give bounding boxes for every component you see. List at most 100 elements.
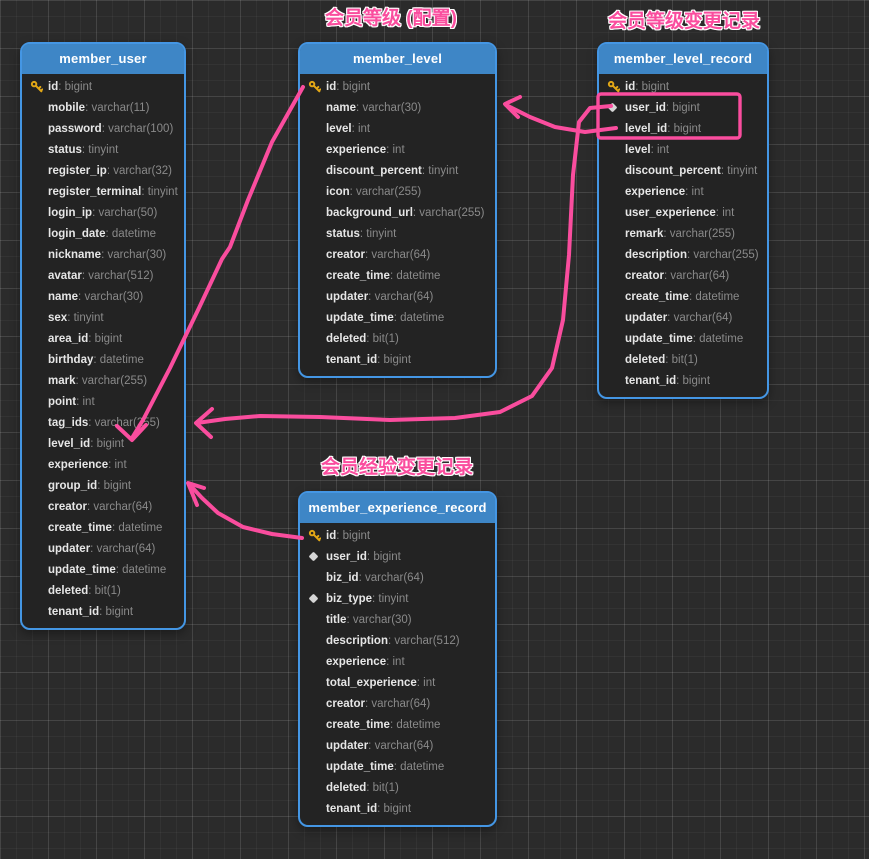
field-row-updater[interactable]: updatervarchar(64) xyxy=(300,735,495,756)
field-row-area_id[interactable]: area_idbigint xyxy=(22,328,184,349)
field-type: tinyint xyxy=(360,228,396,240)
field-row-updater[interactable]: updatervarchar(64) xyxy=(300,286,495,307)
field-row-point[interactable]: pointint xyxy=(22,391,184,412)
field-row-id[interactable]: idbigint xyxy=(599,76,767,97)
field-row-update_time[interactable]: update_timedatetime xyxy=(300,756,495,777)
field-row-register_ip[interactable]: register_ipvarchar(32) xyxy=(22,160,184,181)
field-name: creator xyxy=(625,270,664,282)
field-row-biz_type[interactable]: biz_typetinyint xyxy=(300,588,495,609)
table-header[interactable]: member_experience_record xyxy=(300,493,495,523)
field-row-mobile[interactable]: mobilevarchar(11) xyxy=(22,97,184,118)
field-row-biz_id[interactable]: biz_idvarchar(64) xyxy=(300,567,495,588)
field-row-id[interactable]: idbigint xyxy=(300,525,495,546)
field-row-tenant_id[interactable]: tenant_idbigint xyxy=(300,798,495,819)
field-name: icon xyxy=(326,186,350,198)
field-row-user_id[interactable]: user_idbigint xyxy=(599,97,767,118)
field-type: bigint xyxy=(336,81,370,93)
field-row-update_time[interactable]: update_timedatetime xyxy=(599,328,767,349)
field-row-creator[interactable]: creatorvarchar(64) xyxy=(300,693,495,714)
field-row-avatar[interactable]: avatarvarchar(512) xyxy=(22,265,184,286)
field-row-sex[interactable]: sextinyint xyxy=(22,307,184,328)
field-row-id[interactable]: idbigint xyxy=(22,76,184,97)
table-node-member_user[interactable]: member_useridbigintmobilevarchar(11)pass… xyxy=(20,42,186,630)
field-name: discount_percent xyxy=(326,165,422,177)
field-row-level[interactable]: levelint xyxy=(300,118,495,139)
table-header[interactable]: member_level_record xyxy=(599,44,767,74)
table-node-member_level_record[interactable]: member_level_recordidbigintuser_idbigint… xyxy=(597,42,769,399)
field-row-discount_percent[interactable]: discount_percenttinyint xyxy=(599,160,767,181)
field-row-status[interactable]: statustinyint xyxy=(22,139,184,160)
field-row-create_time[interactable]: create_timedatetime xyxy=(300,714,495,735)
table-header[interactable]: member_level xyxy=(300,44,495,74)
field-row-title[interactable]: titlevarchar(30) xyxy=(300,609,495,630)
field-row-register_terminal[interactable]: register_terminaltinyint xyxy=(22,181,184,202)
field-row-tenant_id[interactable]: tenant_idbigint xyxy=(599,370,767,391)
field-row-experience[interactable]: experienceint xyxy=(300,651,495,672)
field-row-create_time[interactable]: create_timedatetime xyxy=(599,286,767,307)
field-row-deleted[interactable]: deletedbit(1) xyxy=(300,328,495,349)
index-diamond-icon xyxy=(308,595,326,602)
table-node-member_level[interactable]: member_levelidbigintnamevarchar(30)level… xyxy=(298,42,497,378)
field-row-create_time[interactable]: create_timedatetime xyxy=(300,265,495,286)
field-row-deleted[interactable]: deletedbit(1) xyxy=(300,777,495,798)
field-row-nickname[interactable]: nicknamevarchar(30) xyxy=(22,244,184,265)
field-row-user_id[interactable]: user_idbigint xyxy=(300,546,495,567)
table-header[interactable]: member_user xyxy=(22,44,184,74)
field-row-level[interactable]: levelint xyxy=(599,139,767,160)
field-name: create_time xyxy=(326,270,390,282)
field-row-updater[interactable]: updatervarchar(64) xyxy=(22,538,184,559)
field-row-birthday[interactable]: birthdaydatetime xyxy=(22,349,184,370)
field-row-description[interactable]: descriptionvarchar(512) xyxy=(300,630,495,651)
field-row-icon[interactable]: iconvarchar(255) xyxy=(300,181,495,202)
field-row-experience[interactable]: experienceint xyxy=(599,181,767,202)
field-row-login_ip[interactable]: login_ipvarchar(50) xyxy=(22,202,184,223)
field-type: tinyint xyxy=(141,186,177,198)
field-name: level_id xyxy=(48,438,90,450)
field-row-create_time[interactable]: create_timedatetime xyxy=(22,517,184,538)
field-row-tenant_id[interactable]: tenant_idbigint xyxy=(22,601,184,622)
field-row-tag_ids[interactable]: tag_idsvarchar(255) xyxy=(22,412,184,433)
field-row-group_id[interactable]: group_idbigint xyxy=(22,475,184,496)
field-row-updater[interactable]: updatervarchar(64) xyxy=(599,307,767,328)
field-row-mark[interactable]: markvarchar(255) xyxy=(22,370,184,391)
field-name: updater xyxy=(625,312,667,324)
field-row-name[interactable]: namevarchar(30) xyxy=(300,97,495,118)
field-row-name[interactable]: namevarchar(30) xyxy=(22,286,184,307)
field-name: creator xyxy=(326,698,365,710)
field-row-background_url[interactable]: background_urlvarchar(255) xyxy=(300,202,495,223)
field-row-deleted[interactable]: deletedbit(1) xyxy=(22,580,184,601)
field-row-experience[interactable]: experienceint xyxy=(22,454,184,475)
field-row-update_time[interactable]: update_timedatetime xyxy=(300,307,495,328)
field-row-total_experience[interactable]: total_experienceint xyxy=(300,672,495,693)
field-name: register_ip xyxy=(48,165,107,177)
field-row-creator[interactable]: creatorvarchar(64) xyxy=(300,244,495,265)
field-type: bigint xyxy=(97,480,131,492)
primary-key-icon xyxy=(607,80,625,93)
field-name: id xyxy=(326,81,336,93)
field-name: experience xyxy=(48,459,108,471)
diagram-canvas[interactable]: member_useridbigintmobilevarchar(11)pass… xyxy=(0,0,869,859)
field-row-password[interactable]: passwordvarchar(100) xyxy=(22,118,184,139)
field-type: varchar(255) xyxy=(663,228,735,240)
field-type: int xyxy=(386,656,405,668)
field-row-level_id[interactable]: level_idbigint xyxy=(599,118,767,139)
field-row-creator[interactable]: creatorvarchar(64) xyxy=(599,265,767,286)
field-row-tenant_id[interactable]: tenant_idbigint xyxy=(300,349,495,370)
field-row-login_date[interactable]: login_datedatetime xyxy=(22,223,184,244)
field-row-status[interactable]: statustinyint xyxy=(300,223,495,244)
table-node-member_experience_record[interactable]: member_experience_recordidbigintuser_idb… xyxy=(298,491,497,827)
table-title: member_level xyxy=(353,51,442,66)
field-row-description[interactable]: descriptionvarchar(255) xyxy=(599,244,767,265)
field-row-update_time[interactable]: update_timedatetime xyxy=(22,559,184,580)
primary-key-icon xyxy=(308,80,326,93)
field-row-discount_percent[interactable]: discount_percenttinyint xyxy=(300,160,495,181)
field-row-deleted[interactable]: deletedbit(1) xyxy=(599,349,767,370)
field-name: status xyxy=(48,144,82,156)
field-row-user_experience[interactable]: user_experienceint xyxy=(599,202,767,223)
field-row-level_id[interactable]: level_idbigint xyxy=(22,433,184,454)
field-row-id[interactable]: idbigint xyxy=(300,76,495,97)
field-row-experience[interactable]: experienceint xyxy=(300,139,495,160)
field-row-creator[interactable]: creatorvarchar(64) xyxy=(22,496,184,517)
field-row-remark[interactable]: remarkvarchar(255) xyxy=(599,223,767,244)
field-name: deleted xyxy=(326,782,366,794)
